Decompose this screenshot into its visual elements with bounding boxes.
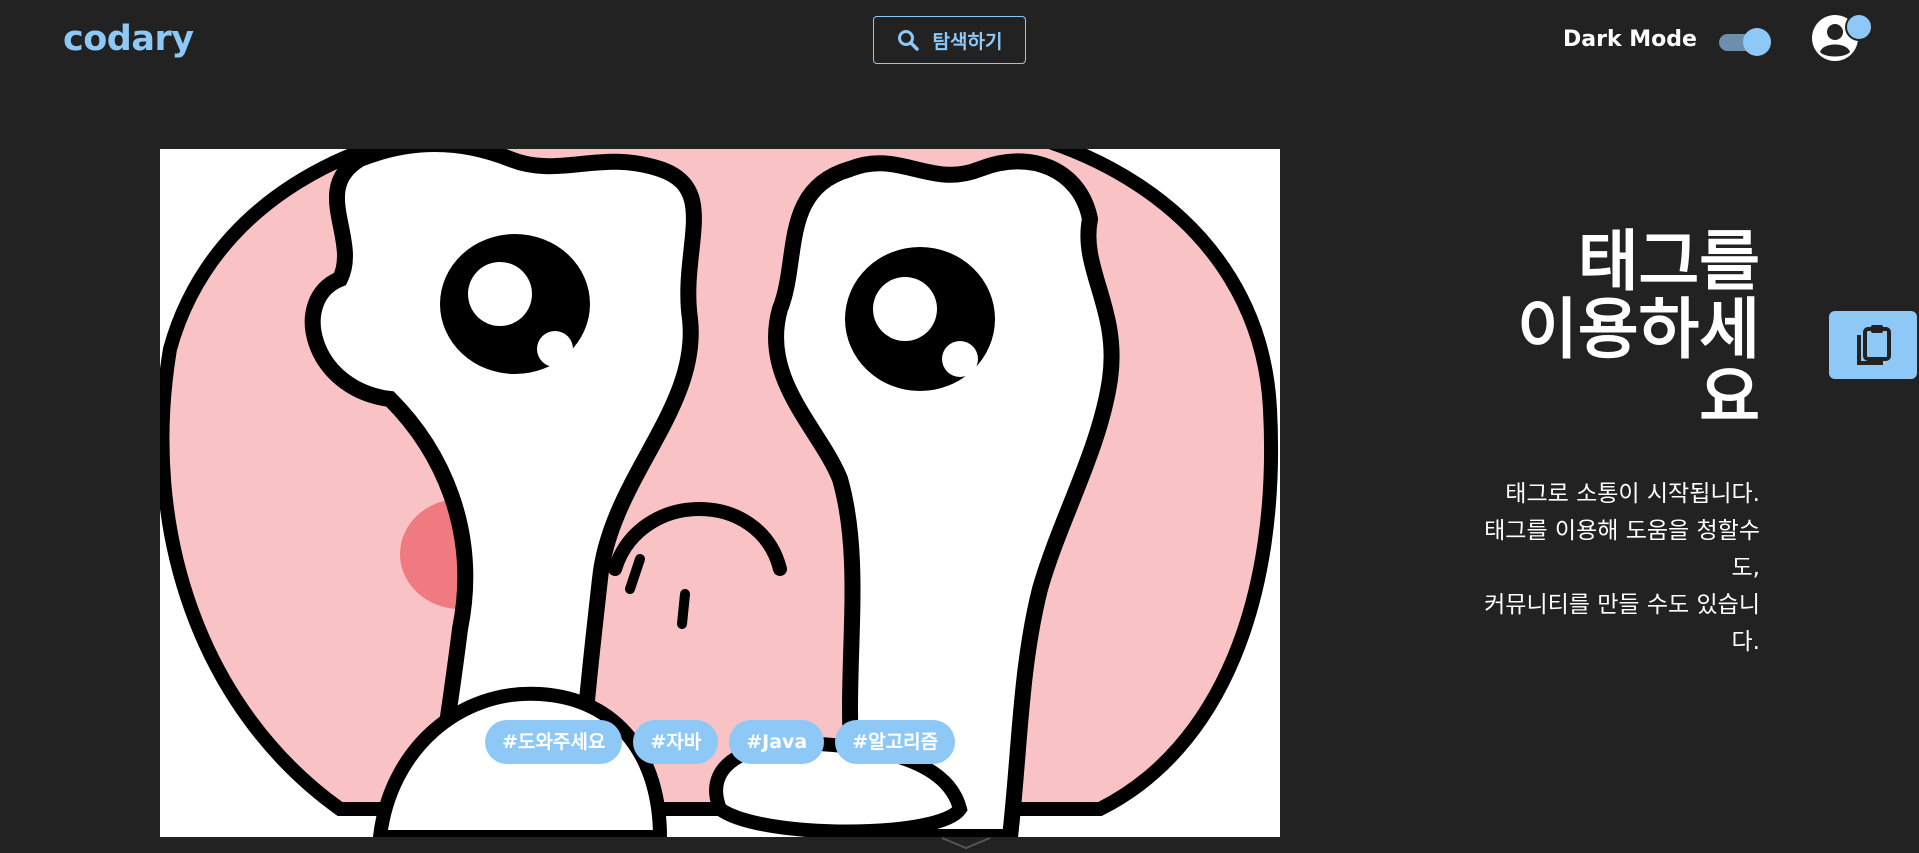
description-line: 태그를 이용해 도움을 청할수 <box>1484 518 1760 544</box>
dark-mode-toggle[interactable] <box>1717 28 1771 56</box>
logo[interactable]: codary <box>63 19 194 59</box>
description-line: 도, <box>1731 555 1760 581</box>
promo-description: 태그로 소통이 시작됩니다. 태그를 이용해 도움을 청할수 도, 커뮤니티를 … <box>1430 476 1760 661</box>
page: codary 탐색하기 Dark Mode #도와주세요 #자바 #Java #… <box>0 0 1919 853</box>
clipboard-icon <box>1857 325 1891 365</box>
headline-line: 태그를 <box>1577 223 1760 300</box>
toggle-knob <box>1743 28 1771 56</box>
headline-line: 이용하세 <box>1517 291 1760 368</box>
tag-help[interactable]: #도와주세요 <box>485 720 623 764</box>
promo-headline: 태그를 이용하세 요 <box>1440 228 1760 432</box>
headline-line: 요 <box>1699 359 1760 436</box>
chevron-down-icon[interactable] <box>939 800 993 850</box>
search-icon <box>897 30 919 51</box>
description-line: 다. <box>1731 629 1760 655</box>
dark-mode-label: Dark Mode <box>1563 27 1697 52</box>
search-button[interactable]: 탐색하기 <box>873 16 1026 64</box>
tag-algorithm[interactable]: #알고리즘 <box>835 720 956 764</box>
hero-image: #도와주세요 #자바 #Java #알고리즘 <box>160 149 1280 837</box>
search-button-label: 탐색하기 <box>932 30 1003 53</box>
clipboard-button[interactable] <box>1829 311 1917 379</box>
description-line: 태그로 소통이 시작됩니다. <box>1505 481 1760 507</box>
notification-dot-icon <box>1845 13 1873 41</box>
tag-java[interactable]: #Java <box>729 720 825 764</box>
description-line: 커뮤니티를 만들 수도 있습니 <box>1484 592 1760 618</box>
tag-list: #도와주세요 #자바 #Java #알고리즘 <box>485 720 956 764</box>
tag-java-kr[interactable]: #자바 <box>633 720 719 764</box>
